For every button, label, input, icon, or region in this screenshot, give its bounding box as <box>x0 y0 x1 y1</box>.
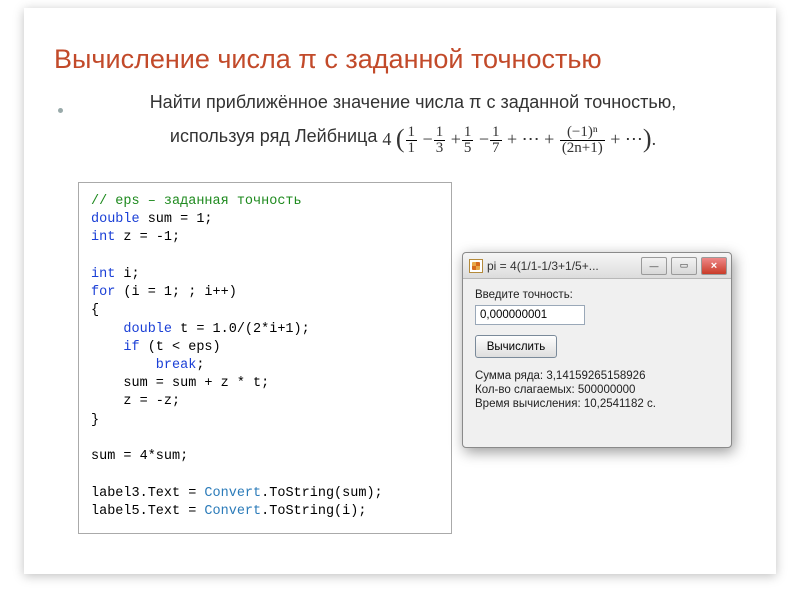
leibniz-formula: 4 (11 −13 +15 −17 + ⋯ + (−1)ⁿ(2n+1) + ⋯)… <box>382 117 656 157</box>
app-window: pi = 4(1/1-1/3+1/5+... — ▭ × Введите точ… <box>462 252 732 448</box>
result-count: Кол-во слагаемых: 500000000 <box>475 384 719 396</box>
desc-line1: Найти приближённое значение числа π с за… <box>150 92 677 112</box>
description: Найти приближённое значение числа π с за… <box>24 89 776 157</box>
bullet-dot <box>58 108 63 113</box>
titlebar[interactable]: pi = 4(1/1-1/3+1/5+... — ▭ × <box>463 253 731 279</box>
window-title: pi = 4(1/1-1/3+1/5+... <box>487 259 637 273</box>
precision-input[interactable] <box>475 305 585 325</box>
results-block: Сумма ряда: 3,14159265158926 Кол-во слаг… <box>475 370 719 410</box>
result-sum: Сумма ряда: 3,14159265158926 <box>475 370 719 382</box>
desc-line2: используя ряд Лейбница <box>170 126 382 146</box>
code-listing: // eps – заданная точность double sum = … <box>78 182 452 534</box>
app-icon <box>469 259 483 273</box>
precision-label: Введите точность: <box>475 289 719 301</box>
window-body: Введите точность: Вычислить Сумма ряда: … <box>463 279 731 422</box>
minimize-button[interactable]: — <box>641 257 667 275</box>
result-time: Время вычисления: 10,2541182 с. <box>475 398 719 410</box>
slide-card: Вычисление числа π с заданной точностью … <box>24 8 776 574</box>
slide-title: Вычисление числа π с заданной точностью <box>24 8 776 89</box>
calculate-button[interactable]: Вычислить <box>475 335 557 358</box>
close-button[interactable]: × <box>701 257 727 275</box>
maximize-button[interactable]: ▭ <box>671 257 697 275</box>
